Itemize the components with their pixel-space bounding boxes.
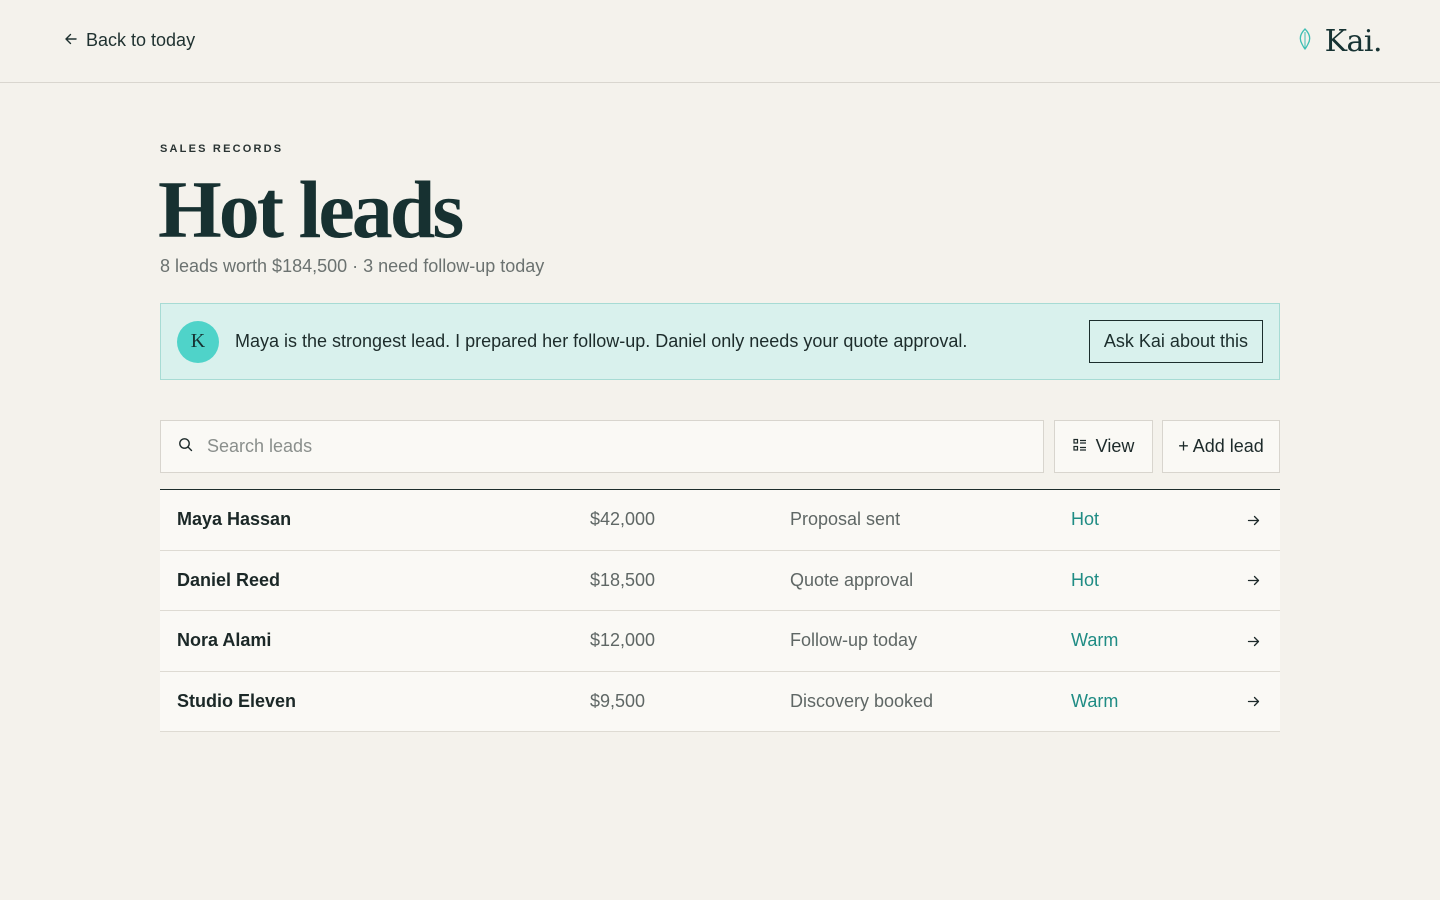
leaf-icon <box>1297 27 1313 55</box>
brand-name: Kai. <box>1324 23 1383 59</box>
ask-kai-button[interactable]: Ask Kai about this <box>1088 320 1263 363</box>
brand-logo: Kai. <box>1297 22 1383 60</box>
page-subtitle: 8 leads worth $184,500 · 3 need follow-u… <box>160 256 545 276</box>
section-eyebrow: SALES RECORDS <box>160 143 284 155</box>
lead-stage: Quote approval <box>790 569 914 590</box>
lead-name: Studio Eleven <box>177 690 297 711</box>
add-lead-button[interactable]: + Add lead <box>1162 420 1280 473</box>
lead-stage: Follow-up today <box>790 630 918 650</box>
lead-name: Daniel Reed <box>177 569 281 590</box>
kai-message: Maya is the strongest lead. I prepared h… <box>235 331 968 351</box>
kai-avatar: K <box>177 320 219 363</box>
back-link-label: Back to today <box>86 29 196 50</box>
table-row[interactable]: Studio Eleven $9,500 Discovery booked Wa… <box>160 671 1280 732</box>
arrow-right-icon[interactable] <box>1247 551 1260 610</box>
lead-value: $12,000 <box>590 630 656 650</box>
lead-name: Maya Hassan <box>177 509 292 529</box>
table-row[interactable]: Nora Alami $12,000 Follow-up today Warm <box>160 611 1280 672</box>
view-button-label: View <box>1095 436 1135 456</box>
view-button[interactable]: View <box>1054 420 1153 473</box>
lead-status: Hot <box>1071 569 1100 590</box>
lead-value: $9,500 <box>590 690 646 711</box>
lead-value: $18,500 <box>590 569 656 590</box>
lead-status: Hot <box>1071 509 1100 529</box>
back-to-today-link[interactable]: Back to today <box>64 28 195 52</box>
arrow-left-icon <box>64 30 78 51</box>
lead-stage: Proposal sent <box>790 509 901 529</box>
search-input[interactable] <box>207 436 987 457</box>
lead-value: $42,000 <box>590 509 656 529</box>
lead-status: Warm <box>1071 630 1119 650</box>
table-row[interactable]: Maya Hassan $42,000 Proposal sent Hot <box>160 490 1280 551</box>
arrow-right-icon[interactable] <box>1247 611 1260 670</box>
arrow-right-icon[interactable] <box>1247 672 1260 731</box>
search-box[interactable] <box>160 420 1044 473</box>
kai-suggestion-banner: K Maya is the strongest lead. I prepared… <box>160 303 1280 380</box>
lead-stage: Discovery booked <box>790 690 934 711</box>
table-row[interactable]: Daniel Reed $18,500 Quote approval Hot <box>160 550 1280 611</box>
page-title: Hot leads <box>158 164 464 255</box>
search-icon <box>178 437 193 457</box>
leads-table: Maya Hassan $42,000 Proposal sent Hot Da… <box>160 489 1280 732</box>
lead-status: Warm <box>1071 690 1119 711</box>
top-bar: Back to today Kai. <box>0 0 1440 83</box>
lead-name: Nora Alami <box>177 630 272 650</box>
arrow-right-icon[interactable] <box>1247 490 1260 549</box>
list-view-icon <box>1073 436 1087 457</box>
